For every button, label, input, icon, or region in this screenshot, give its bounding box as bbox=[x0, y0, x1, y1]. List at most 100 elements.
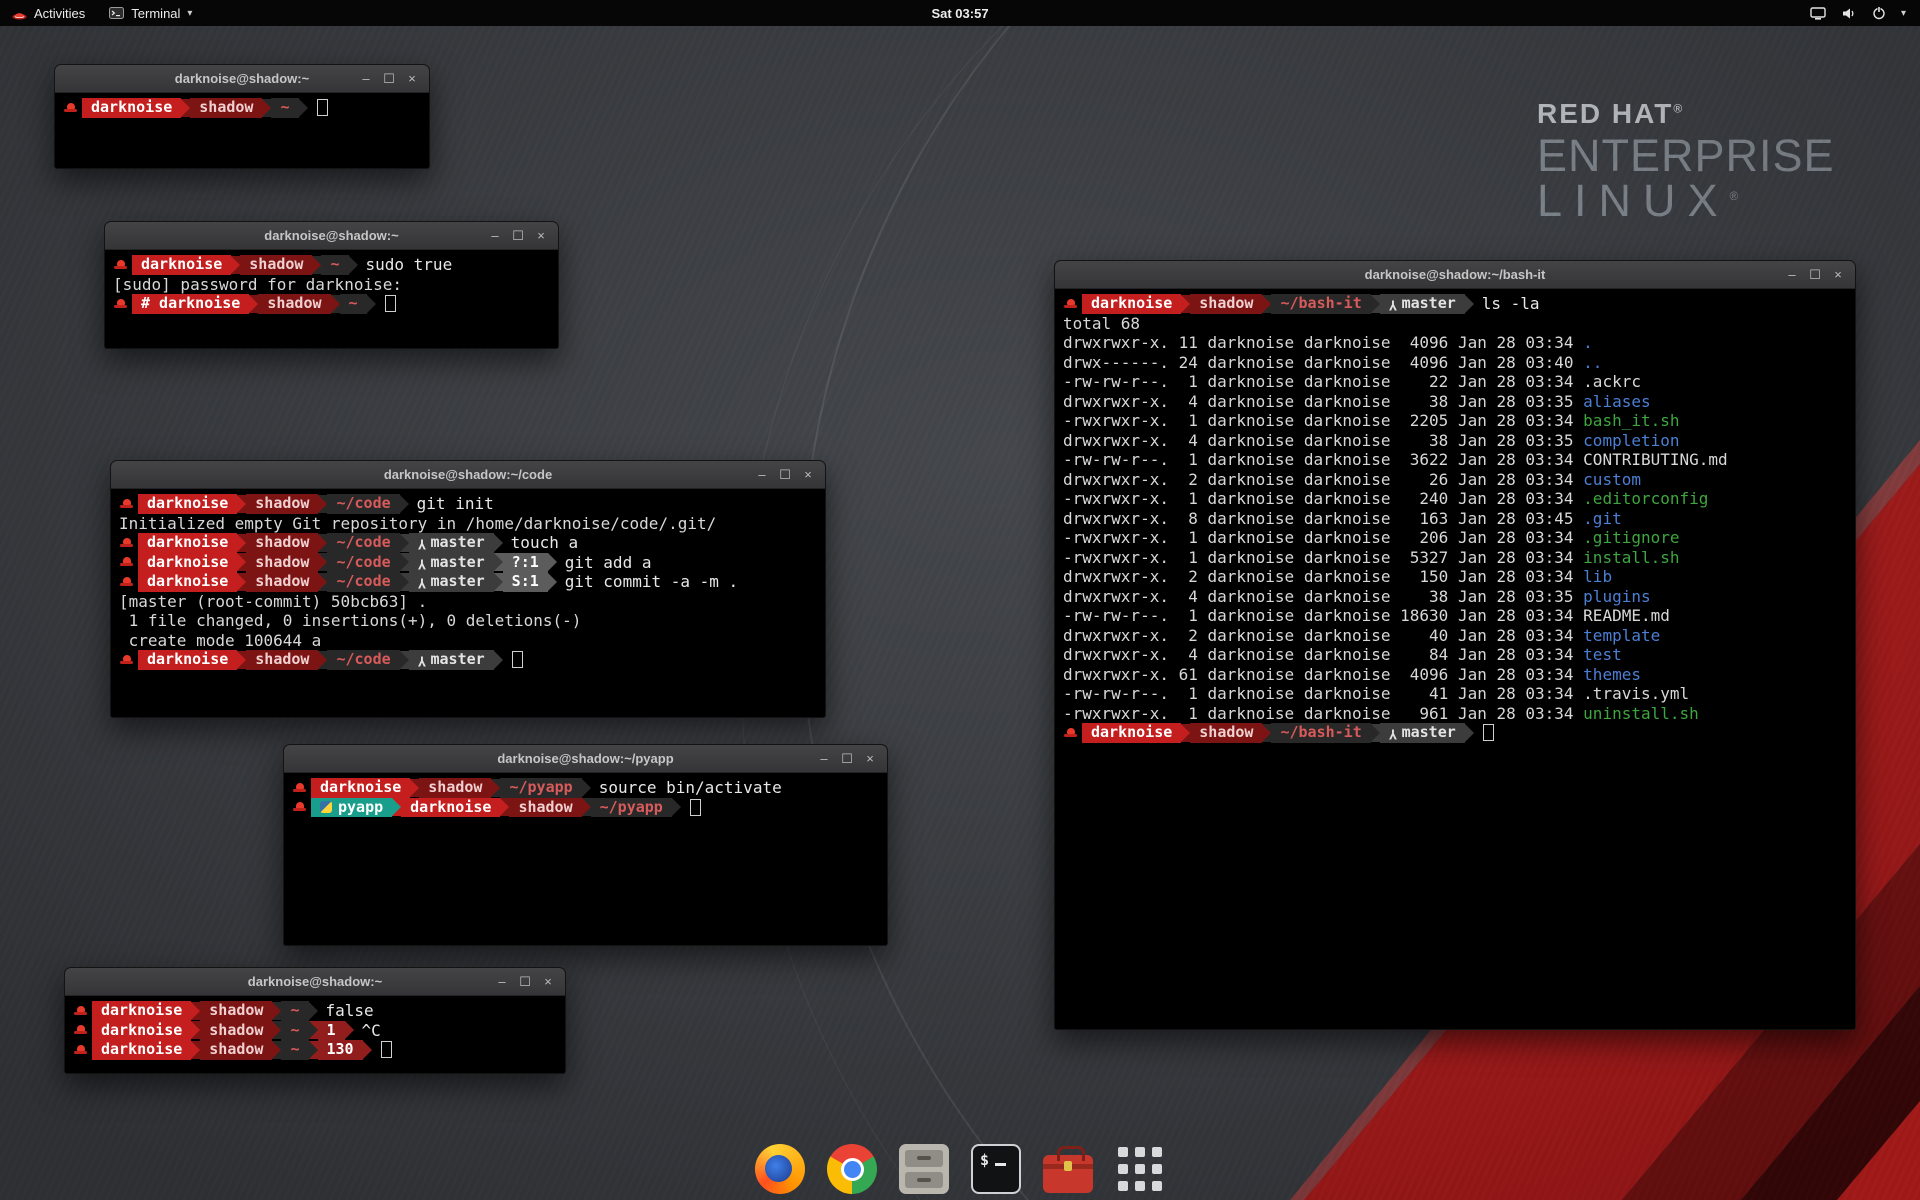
terminal-content[interactable]: darknoiseshadow~sudo true[sudo] password… bbox=[105, 250, 558, 319]
titlebar[interactable]: darknoise@shadow:~/bash-it – ☐ × bbox=[1055, 261, 1855, 289]
chrome-icon[interactable] bbox=[825, 1142, 879, 1196]
prompt-segment-host: shadow bbox=[246, 494, 318, 514]
activities-button[interactable]: Activities bbox=[0, 0, 97, 26]
prompt-segment-status: ?:1 bbox=[503, 553, 548, 573]
firefox-icon[interactable] bbox=[753, 1142, 807, 1196]
powerline-separator bbox=[191, 1041, 200, 1059]
close-button[interactable]: × bbox=[798, 467, 818, 483]
app-grid-icon[interactable] bbox=[1113, 1142, 1167, 1196]
chevron-down-icon: ▾ bbox=[187, 8, 192, 19]
close-button[interactable]: × bbox=[860, 751, 880, 767]
powerline-separator bbox=[400, 495, 409, 513]
files-icon[interactable] bbox=[897, 1142, 951, 1196]
terminal-content[interactable]: darknoiseshadow~/bash-itYmasterls -latot… bbox=[1055, 289, 1855, 748]
titlebar[interactable]: darknoise@shadow:~/pyapp – ☐ × bbox=[284, 745, 887, 773]
terminal-prompt-line: # darknoiseshadow~ bbox=[113, 294, 550, 314]
maximize-button[interactable]: ☐ bbox=[379, 71, 399, 87]
terminal-prompt-line: darknoiseshadow~/codeYmastertouch a bbox=[119, 533, 817, 553]
maximize-button[interactable]: ☐ bbox=[837, 751, 857, 767]
git-branch-icon: Y bbox=[1389, 723, 1397, 743]
chrome-logo bbox=[827, 1144, 877, 1194]
prompt-segment-user: darknoise bbox=[138, 533, 237, 553]
terminal-window-code[interactable]: darknoise@shadow:~/code – ☐ × darknoise s… bbox=[110, 460, 826, 718]
maximize-button[interactable]: ☐ bbox=[515, 974, 535, 990]
powerline-separator bbox=[1465, 724, 1474, 742]
powerline-separator bbox=[672, 798, 681, 816]
terminal-prompt-line: darknoiseshadow~/pyappsource bin/activat… bbox=[292, 778, 879, 798]
terminal-window-sudo[interactable]: darknoise@shadow:~ – ☐ × darknoiseshadow… bbox=[104, 221, 559, 349]
close-button[interactable]: × bbox=[402, 71, 422, 87]
git-branch-icon: Y bbox=[418, 533, 426, 553]
command-text: git add a bbox=[557, 553, 652, 573]
file-list-row: -rwxrwxr-x. 1 darknoise darknoise 961 Ja… bbox=[1063, 704, 1847, 724]
git-branch-icon: Y bbox=[418, 572, 426, 592]
powerline-separator bbox=[494, 651, 503, 669]
powerline-separator bbox=[400, 534, 409, 552]
terminal-window-exitcodes[interactable]: darknoise@shadow:~ – ☐ × darknoiseshadow… bbox=[64, 967, 566, 1074]
terminal-prompt-line: pyappdarknoiseshadow~/pyapp bbox=[292, 798, 879, 818]
powerline-separator bbox=[181, 99, 190, 117]
maximize-button[interactable]: ☐ bbox=[775, 467, 795, 483]
file-list-row: -rw-rw-r--. 1 darknoise darknoise 22 Jan… bbox=[1063, 372, 1847, 392]
desktop: RED HAT® ENTERPRISE LINUX® Activities bbox=[0, 0, 1920, 1200]
prompt-segment-path: ~/code bbox=[327, 553, 399, 573]
brand-enterprise: ENTERPRISE bbox=[1537, 133, 1835, 179]
file-meta: -rw-rw-r--. 1 darknoise darknoise 18630 … bbox=[1063, 606, 1583, 625]
git-branch-icon: Y bbox=[418, 553, 426, 573]
titlebar[interactable]: darknoise@shadow:~/code – ☐ × bbox=[111, 461, 825, 489]
close-button[interactable]: × bbox=[1828, 267, 1848, 283]
close-button[interactable]: × bbox=[538, 974, 558, 990]
prompt-segment-host: shadow bbox=[200, 1001, 272, 1021]
top-bar: Activities Terminal ▾ Sat 03:57 bbox=[0, 0, 1920, 26]
minimize-button[interactable]: – bbox=[814, 751, 834, 767]
terminal-content[interactable]: darknoiseshadow~/pyappsource bin/activat… bbox=[284, 773, 887, 822]
file-list-row: -rw-rw-r--. 1 darknoise darknoise 3622 J… bbox=[1063, 450, 1847, 470]
grid-dot bbox=[1152, 1164, 1162, 1174]
terminal-icon[interactable]: $ bbox=[969, 1142, 1023, 1196]
minimize-button[interactable]: – bbox=[492, 974, 512, 990]
powerline-separator bbox=[1181, 295, 1190, 313]
toolbox-icon[interactable] bbox=[1041, 1142, 1095, 1196]
minimize-button[interactable]: – bbox=[752, 467, 772, 483]
window-title: darknoise@shadow:~/pyapp bbox=[284, 751, 887, 766]
command-text: ls -la bbox=[1474, 294, 1540, 314]
maximize-button[interactable]: ☐ bbox=[1805, 267, 1825, 283]
brand-redhat: RED HAT bbox=[1537, 98, 1673, 129]
terminal-content[interactable]: darknoiseshadow~/codegit initInitialized… bbox=[111, 489, 825, 675]
file-list-row: -rw-rw-r--. 1 darknoise darknoise 41 Jan… bbox=[1063, 684, 1847, 704]
minimize-button[interactable]: – bbox=[1782, 267, 1802, 283]
prompt-segment-path: ~/code bbox=[327, 572, 399, 592]
titlebar[interactable]: darknoise@shadow:~ – ☐ × bbox=[105, 222, 558, 250]
terminal-window-pyapp[interactable]: darknoise@shadow:~/pyapp – ☐ × darknoise… bbox=[283, 744, 888, 946]
powerline-separator bbox=[1262, 295, 1271, 313]
prompt-segment-path: ~/code bbox=[327, 533, 399, 553]
file-meta: drwxrwxr-x. 11 darknoise darknoise 4096 … bbox=[1063, 333, 1583, 352]
maximize-button[interactable]: ☐ bbox=[508, 228, 528, 244]
powerline-separator bbox=[494, 534, 503, 552]
minimize-button[interactable]: – bbox=[356, 71, 376, 87]
close-button[interactable]: × bbox=[531, 228, 551, 244]
titlebar[interactable]: darknoise@shadow:~ – ☐ × bbox=[65, 968, 565, 996]
powerline-separator bbox=[249, 295, 258, 313]
system-status-area[interactable]: ▾ bbox=[1810, 0, 1920, 26]
prompt-segment-host: shadow bbox=[246, 650, 318, 670]
app-menu-label: Terminal bbox=[131, 6, 180, 21]
grid-dot bbox=[1118, 1164, 1128, 1174]
chevron-down-icon: ▾ bbox=[1901, 8, 1906, 19]
redhat-prompt-icon bbox=[74, 1025, 87, 1036]
terminal-window-bash-it[interactable]: darknoise@shadow:~/bash-it – ☐ × darknoi… bbox=[1054, 260, 1856, 1030]
powerline-separator bbox=[318, 495, 327, 513]
app-menu-terminal[interactable]: Terminal ▾ bbox=[97, 0, 204, 26]
titlebar[interactable]: darknoise@shadow:~ – ☐ × bbox=[55, 65, 429, 93]
firefox-logo bbox=[755, 1144, 805, 1194]
terminal-content[interactable]: darknoiseshadow~falsedarknoiseshadow~1^C… bbox=[65, 996, 565, 1065]
terminal-screen-glyph: $ bbox=[971, 1144, 1021, 1194]
drawer bbox=[905, 1172, 943, 1189]
terminal-content[interactable]: darknoiseshadow~ bbox=[55, 93, 429, 123]
prompt-segment-user: darknoise bbox=[132, 255, 231, 275]
file-name: uninstall.sh bbox=[1583, 704, 1699, 723]
clock[interactable]: Sat 03:57 bbox=[931, 6, 988, 21]
command-text: false bbox=[318, 1001, 374, 1021]
minimize-button[interactable]: – bbox=[485, 228, 505, 244]
terminal-window-home-1[interactable]: darknoise@shadow:~ – ☐ × darknoiseshadow… bbox=[54, 64, 430, 169]
